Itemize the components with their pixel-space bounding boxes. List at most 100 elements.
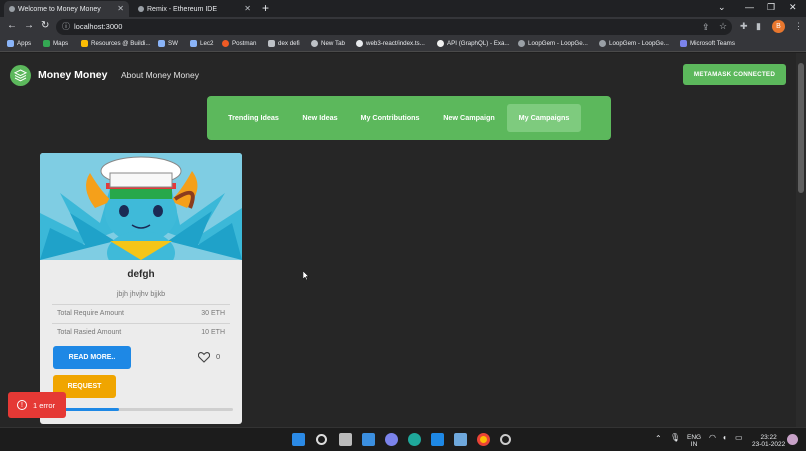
tab-label: Welcome to Money Money [18, 5, 101, 13]
metamask-connected-button[interactable]: METAMASK CONNECTED [683, 64, 786, 85]
region-label: IN [690, 441, 698, 448]
notification-icon[interactable] [787, 434, 798, 445]
about-link[interactable]: About Money Money [121, 70, 199, 80]
new-tab-icon[interactable]: + [262, 1, 269, 15]
windows-taskbar: ⌃ 🎙 ENG IN ◠ ◖ ▭ 23:22 23-01-2022 [0, 427, 806, 451]
required-amount-value: 30 ETH [201, 310, 225, 317]
campaign-title: defgh [127, 269, 155, 280]
share-icon[interactable]: ⇪ [702, 22, 710, 33]
api-icon [437, 40, 444, 47]
address-bar[interactable]: ⓘ localhost:3000 ⇪ ☆ [56, 19, 732, 35]
sidebar-icon[interactable]: ▮ [756, 21, 761, 32]
settings-gear-icon[interactable] [500, 434, 511, 445]
bookmarks-bar: Apps Maps Resources @ Buildi... SW Lec2 … [0, 37, 806, 52]
profile-avatar[interactable]: B [772, 20, 785, 33]
nav-my-contributions[interactable]: My Contributions [355, 104, 425, 132]
bookmark-item[interactable]: Maps [43, 40, 68, 47]
campaign-description: jbjh jhvjhv bjjkb [116, 289, 166, 298]
forward-icon[interactable]: → [24, 20, 34, 31]
error-toast-label: 1 error [33, 401, 56, 410]
bookmark-icon [81, 40, 88, 47]
bookmark-item[interactable]: Apps [7, 40, 31, 47]
bookmark-item[interactable]: Resources @ Buildi... [81, 40, 151, 47]
tab-label: Remix - Ethereum IDE [147, 5, 218, 13]
volume-icon[interactable]: ◖ [722, 434, 727, 442]
like-count: 0 [216, 352, 221, 361]
error-toast[interactable]: ! 1 error [8, 392, 66, 418]
teams-chat-icon[interactable] [385, 433, 398, 446]
chevron-up-icon[interactable]: ⌃ [655, 435, 662, 443]
menu-icon[interactable]: ⋮ [794, 21, 803, 32]
edge-icon[interactable] [408, 433, 421, 446]
battery-icon[interactable]: ▭ [735, 434, 743, 442]
page-scrollbar[interactable] [796, 53, 806, 427]
chat-icon [190, 40, 197, 47]
wifi-icon[interactable]: ◠ [709, 434, 716, 442]
reload-icon[interactable]: ↻ [41, 20, 49, 31]
loopgem-icon [518, 40, 525, 47]
nav-trending-ideas[interactable]: Trending Ideas [222, 104, 285, 132]
extensions-icon[interactable]: ✚ [740, 21, 748, 32]
close-window-icon[interactable]: ✕ [789, 2, 797, 13]
campaign-nav: Trending Ideas New Ideas My Contribution… [207, 96, 611, 140]
back-icon[interactable]: ← [7, 20, 17, 31]
microphone-icon[interactable]: 🎙 [670, 434, 680, 442]
raised-amount-label: Total Rasied Amount [57, 329, 122, 336]
tab-favicon-icon [9, 6, 15, 12]
windows-start-icon[interactable] [292, 433, 305, 446]
browser-toolbar: ← → ↻ ⓘ localhost:3000 ⇪ ☆ ✚ ▮ ⋮ [0, 17, 806, 37]
notepad-icon[interactable] [454, 433, 467, 446]
close-tab-icon[interactable]: ✕ [117, 4, 124, 13]
vscode-icon[interactable] [431, 433, 444, 446]
bookmark-item[interactable]: LoopGem - LoopGe... [518, 40, 588, 47]
tab-favicon-icon [138, 6, 144, 12]
url-text[interactable]: localhost:3000 [74, 22, 122, 31]
divider [52, 323, 230, 324]
bookmark-item[interactable]: New Tab [311, 40, 345, 47]
tab-money-money[interactable]: Welcome to Money Money ✕ [4, 1, 129, 17]
teams-icon [680, 40, 687, 47]
bookmark-item[interactable]: dex defi [268, 40, 300, 47]
clock[interactable]: 23:22 23-01-2022 [752, 434, 785, 448]
site-info-icon[interactable]: ⓘ [62, 21, 70, 32]
maps-icon [43, 40, 50, 47]
heart-icon[interactable] [197, 350, 211, 368]
browser-tab-strip: Welcome to Money Money ✕ Remix - Ethereu… [0, 0, 806, 17]
nav-new-ideas[interactable]: New Ideas [295, 104, 345, 132]
brand-name[interactable]: Money Money [38, 69, 107, 81]
clock-date: 23-01-2022 [752, 441, 786, 448]
campaign-image [40, 153, 242, 260]
nav-new-campaign[interactable]: New Campaign [435, 104, 503, 132]
task-view-icon[interactable] [339, 433, 352, 446]
tab-remix[interactable]: Remix - Ethereum IDE ✕ [133, 1, 256, 17]
bookmark-item[interactable]: SW [158, 40, 178, 47]
tab-search-icon[interactable]: ⌄ [718, 2, 726, 13]
funding-progress-bar [63, 408, 233, 411]
scrollbar-thumb[interactable] [798, 63, 804, 193]
nav-my-campaigns[interactable]: My Campaigns [507, 104, 581, 132]
search-icon[interactable] [316, 434, 327, 445]
required-amount-label: Total Require Amount [57, 310, 124, 317]
bookmark-item[interactable]: API (GraphQL) - Exa... [437, 40, 510, 47]
bookmark-item[interactable]: web3-react/index.ts... [356, 40, 425, 47]
restore-icon[interactable]: ❐ [767, 2, 775, 13]
brand-logo-icon[interactable] [10, 65, 31, 86]
bookmark-item[interactable]: Lec2 [190, 40, 213, 47]
bookmark-item[interactable]: Microsoft Teams [680, 40, 735, 47]
read-more-button[interactable]: READ MORE.. [53, 346, 131, 369]
widgets-icon[interactable] [362, 433, 375, 446]
ethereum-icon [268, 40, 275, 47]
mouse-cursor-icon [303, 271, 309, 280]
close-tab-icon[interactable]: ✕ [244, 4, 251, 13]
bookmark-star-icon[interactable]: ☆ [719, 21, 727, 32]
error-icon: ! [17, 400, 27, 410]
apps-grid-icon [7, 40, 14, 47]
minimize-icon[interactable]: — [745, 2, 754, 12]
bookmark-item[interactable]: Postman [222, 40, 256, 47]
language-label: ENG [687, 434, 702, 441]
language-indicator[interactable]: ENG IN [687, 434, 701, 448]
raised-amount-value: 10 ETH [201, 329, 225, 336]
bookmark-item[interactable]: LoopGem - LoopGe... [599, 40, 669, 47]
github-icon [356, 40, 363, 47]
chrome-icon[interactable] [477, 433, 490, 446]
